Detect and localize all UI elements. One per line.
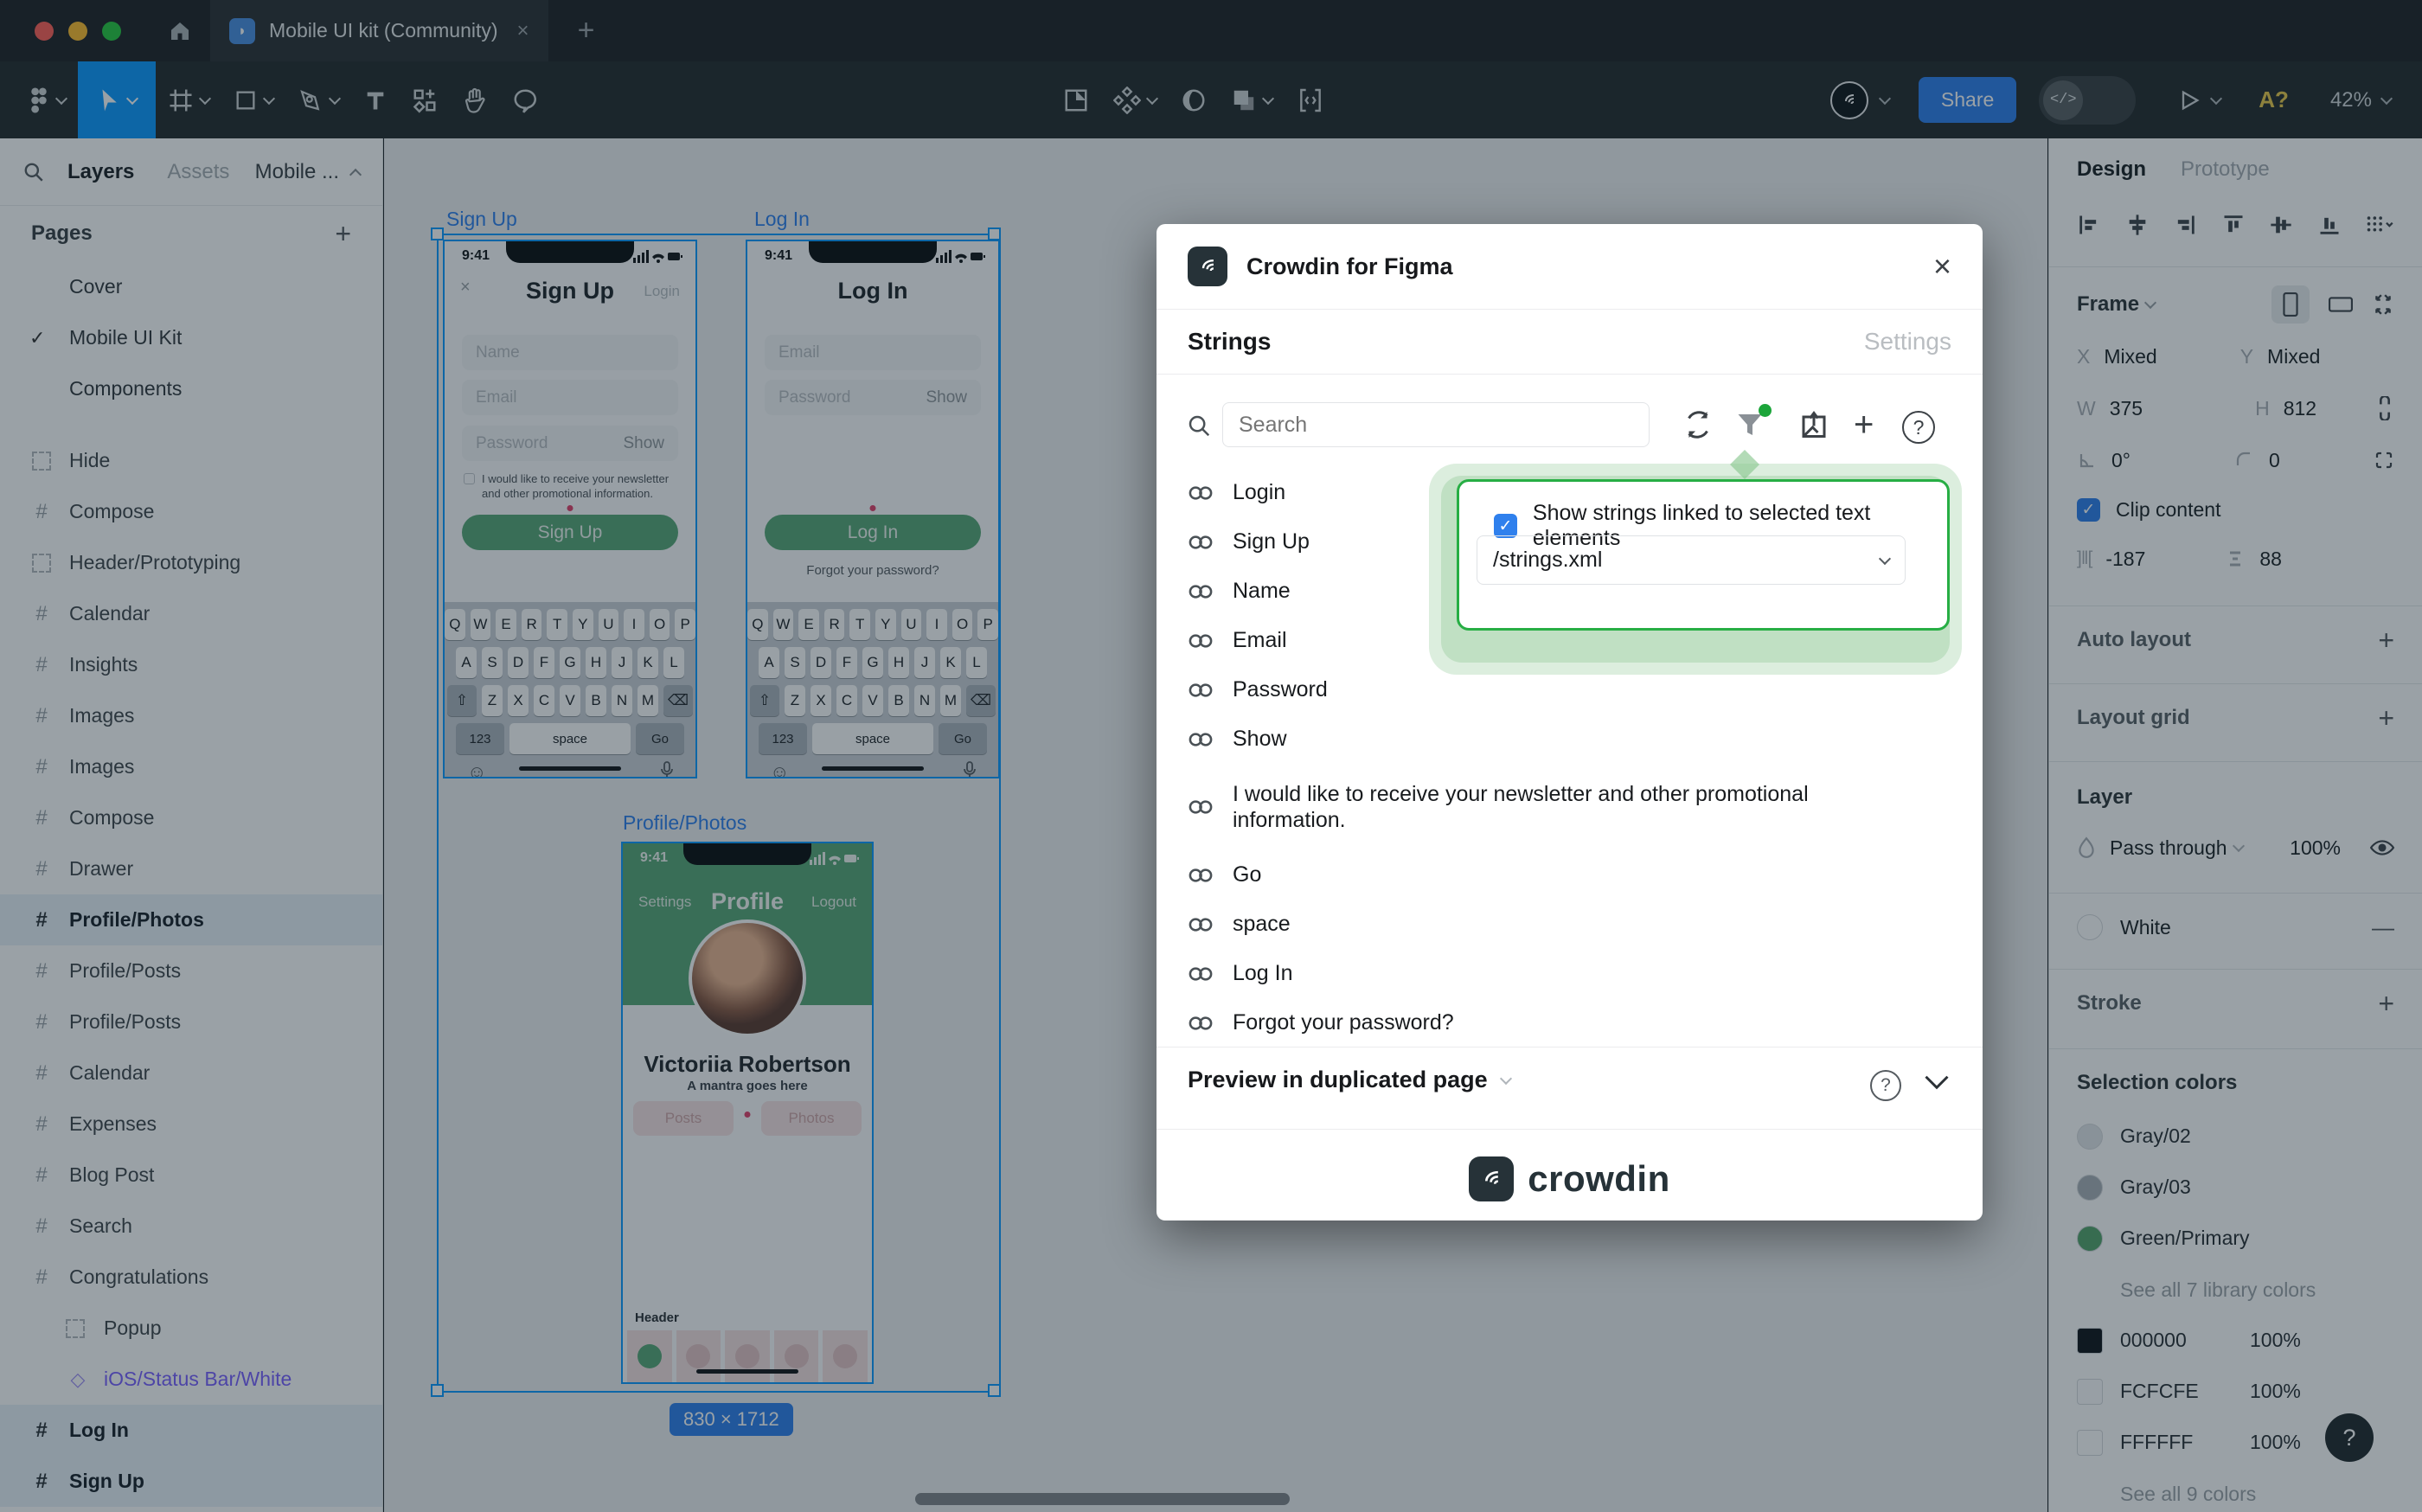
link-icon xyxy=(1188,866,1214,885)
link-icon xyxy=(1188,582,1214,601)
filter-active-dot xyxy=(1759,404,1772,417)
crowdin-footer: crowdin xyxy=(1157,1137,1983,1220)
link-icon xyxy=(1188,798,1214,817)
link-icon xyxy=(1188,915,1214,934)
preview-label[interactable]: Preview in duplicated page xyxy=(1188,1067,1488,1093)
tab-settings[interactable]: Settings xyxy=(1864,328,1951,356)
add-string-button[interactable]: + xyxy=(1854,406,1874,445)
string-text: Show xyxy=(1233,727,1287,752)
string-text: Sign Up xyxy=(1233,529,1310,554)
string-row[interactable]: Forgot your password? xyxy=(1157,998,1983,1048)
string-text: Name xyxy=(1233,579,1291,604)
preview-help-icon[interactable]: ? xyxy=(1870,1070,1901,1101)
string-row[interactable]: I would like to receive your newsletter … xyxy=(1157,764,1983,850)
modal-title: Crowdin for Figma xyxy=(1246,253,1453,280)
export-icon[interactable] xyxy=(1798,409,1829,440)
string-row[interactable]: space xyxy=(1157,900,1983,949)
string-text: Log In xyxy=(1233,961,1293,986)
link-icon xyxy=(1188,681,1214,700)
string-text: Go xyxy=(1233,862,1261,887)
search-input[interactable] xyxy=(1222,402,1650,447)
close-modal-icon[interactable]: × xyxy=(1933,247,1951,286)
string-text: I would like to receive your newsletter … xyxy=(1233,781,1855,833)
string-row[interactable]: Show xyxy=(1157,714,1983,764)
crowdin-logo-icon xyxy=(1188,247,1227,286)
string-text: Password xyxy=(1233,677,1328,702)
search-icon xyxy=(1186,413,1212,439)
link-icon xyxy=(1188,484,1214,503)
link-icon xyxy=(1188,964,1214,983)
strings-file-value: /strings.xml xyxy=(1493,548,1602,573)
filter-icon[interactable] xyxy=(1734,409,1765,440)
strings-file-select[interactable]: /strings.xml xyxy=(1477,535,1906,585)
crowdin-wordmark: crowdin xyxy=(1528,1158,1670,1200)
figma-app: ◗ Mobile UI kit (Community) × + xyxy=(0,0,2422,1512)
link-icon xyxy=(1188,730,1214,749)
link-icon xyxy=(1188,631,1214,650)
crowdin-footer-icon xyxy=(1469,1156,1514,1201)
linked-strings-tooltip: ✓ Show strings linked to selected text e… xyxy=(1457,479,1950,631)
tab-strings[interactable]: Strings xyxy=(1188,328,1271,356)
sync-icon[interactable] xyxy=(1682,409,1714,440)
string-row[interactable]: Go xyxy=(1157,850,1983,900)
string-text: space xyxy=(1233,912,1291,937)
string-row[interactable]: Log In xyxy=(1157,949,1983,998)
crowdin-plugin-modal: Crowdin for Figma × Strings Settings + ? xyxy=(1157,224,1983,1220)
help-icon[interactable]: ? xyxy=(1902,411,1935,444)
expand-preview-icon[interactable] xyxy=(1924,1073,1950,1091)
link-icon xyxy=(1188,1014,1214,1033)
link-icon xyxy=(1188,533,1214,552)
string-text: Login xyxy=(1233,480,1285,505)
string-text: Email xyxy=(1233,628,1287,653)
string-text: Forgot your password? xyxy=(1233,1010,1454,1035)
show-linked-checkbox[interactable]: ✓ xyxy=(1494,514,1517,538)
